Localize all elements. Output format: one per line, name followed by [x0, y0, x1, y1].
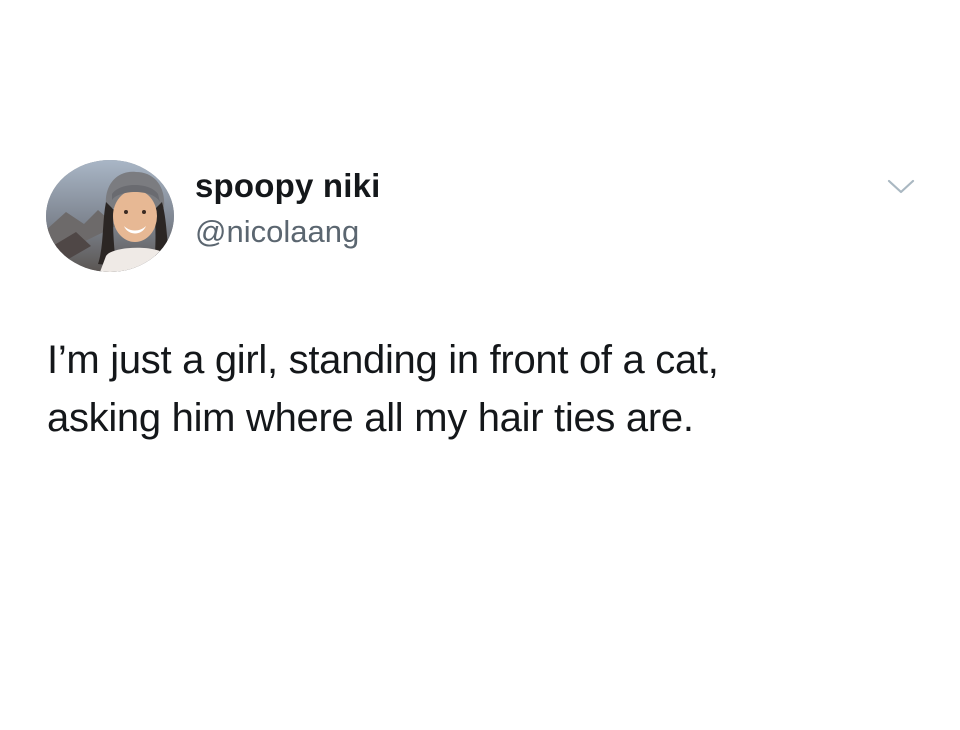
tweet-card: spoopy niki @nicolaang I’m just a girl, … — [0, 0, 960, 730]
avatar[interactable] — [46, 160, 174, 272]
tweet-text: I’m just a girl, standing in front of a … — [47, 331, 927, 447]
user-handle[interactable]: @nicolaang — [195, 213, 359, 251]
tweet-text-line: asking him where all my hair ties are. — [47, 396, 694, 440]
profile-photo — [46, 160, 174, 272]
chevron-down-icon[interactable] — [884, 176, 918, 198]
tweet-text-line: I’m just a girl, standing in front of a … — [47, 338, 719, 382]
display-name[interactable]: spoopy niki — [195, 166, 381, 206]
